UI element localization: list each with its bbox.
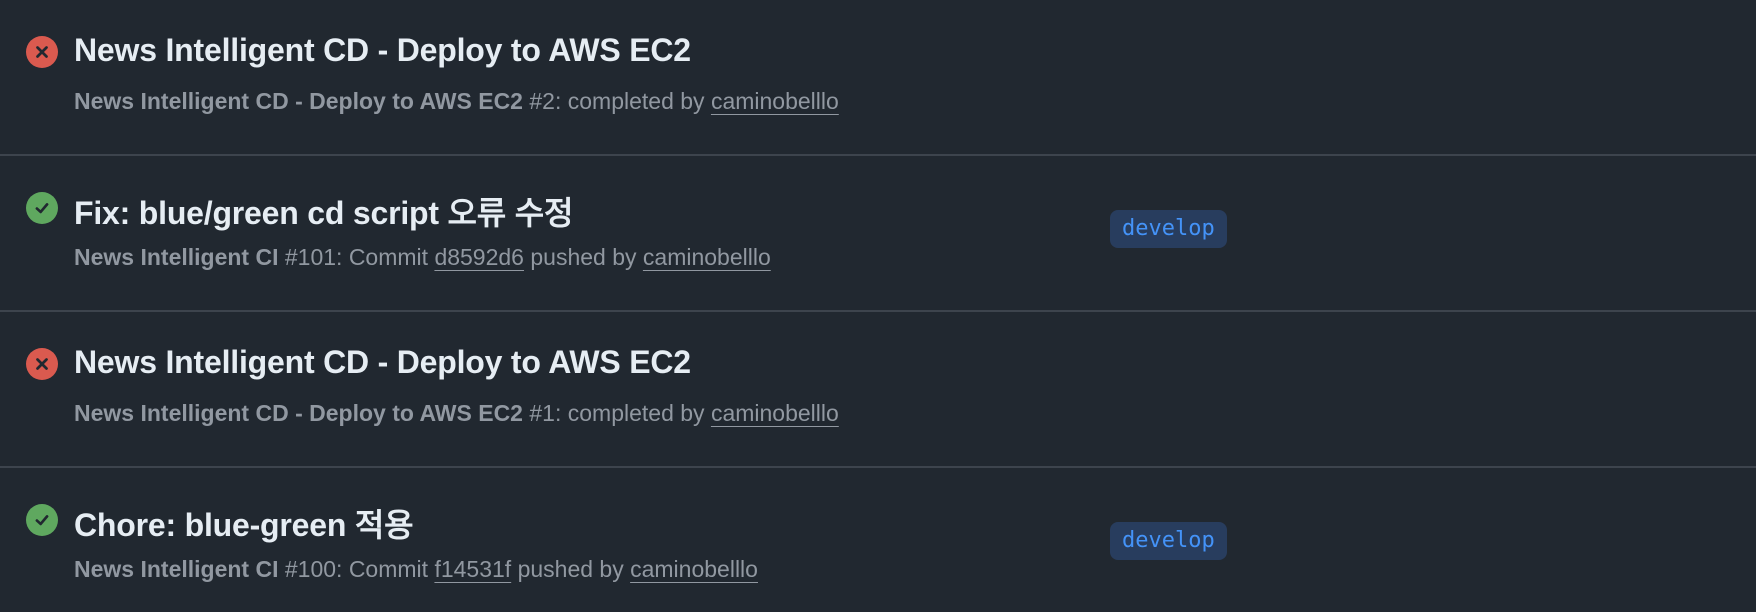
run-meta: News Intelligent CI #100: Commit f14531f… <box>74 556 758 583</box>
actor-link[interactable]: caminobelllo <box>630 556 758 582</box>
run-meta: News Intelligent CI #101: Commit d8592d6… <box>74 244 771 271</box>
run-number: #1 <box>522 400 555 426</box>
event-text: : Commit <box>336 244 435 270</box>
workflow-run-row[interactable]: News Intelligent CD - Deploy to AWS EC2 … <box>0 0 1756 156</box>
event-text: : completed by <box>554 400 711 426</box>
event-text: : Commit <box>336 556 435 582</box>
workflow-run-row[interactable]: Chore: blue-green 적용 News Intelligent CI… <box>0 468 1756 612</box>
commit-link[interactable]: d8592d6 <box>434 244 524 270</box>
workflow-run-row[interactable]: Fix: blue/green cd script 오류 수정 News Int… <box>0 156 1756 312</box>
workflow-run-list: News Intelligent CD - Deploy to AWS EC2 … <box>0 0 1756 612</box>
workflow-name: News Intelligent CI <box>74 556 279 582</box>
run-title-link[interactable]: Fix: blue/green cd script 오류 수정 <box>74 188 573 234</box>
run-meta: News Intelligent CD - Deploy to AWS EC2 … <box>74 400 839 427</box>
run-title-link[interactable]: Chore: blue-green 적용 <box>74 500 414 546</box>
check-circle-icon <box>26 192 58 224</box>
run-number: #2 <box>522 88 555 114</box>
run-number: #100 <box>278 556 337 582</box>
x-circle-icon <box>26 348 58 380</box>
check-circle-icon <box>26 504 58 536</box>
actor-link[interactable]: caminobelllo <box>643 244 771 270</box>
pushed-text: pushed by <box>523 244 643 270</box>
x-circle-icon <box>26 36 58 68</box>
run-number: #101 <box>278 244 337 270</box>
actor-link[interactable]: caminobelllo <box>711 88 839 114</box>
commit-link[interactable]: f14531f <box>434 556 511 582</box>
pushed-text: pushed by <box>511 556 631 582</box>
run-meta: News Intelligent CD - Deploy to AWS EC2 … <box>74 88 839 115</box>
workflow-name: News Intelligent CD - Deploy to AWS EC2 <box>74 88 523 114</box>
workflow-run-row[interactable]: News Intelligent CD - Deploy to AWS EC2 … <box>0 312 1756 468</box>
workflow-name: News Intelligent CI <box>74 244 279 270</box>
run-title-link[interactable]: News Intelligent CD - Deploy to AWS EC2 <box>74 344 691 381</box>
branch-badge[interactable]: develop <box>1110 210 1227 248</box>
run-title-link[interactable]: News Intelligent CD - Deploy to AWS EC2 <box>74 32 691 69</box>
workflow-name: News Intelligent CD - Deploy to AWS EC2 <box>74 400 523 426</box>
actor-link[interactable]: caminobelllo <box>711 400 839 426</box>
branch-badge[interactable]: develop <box>1110 522 1227 560</box>
event-text: : completed by <box>554 88 711 114</box>
